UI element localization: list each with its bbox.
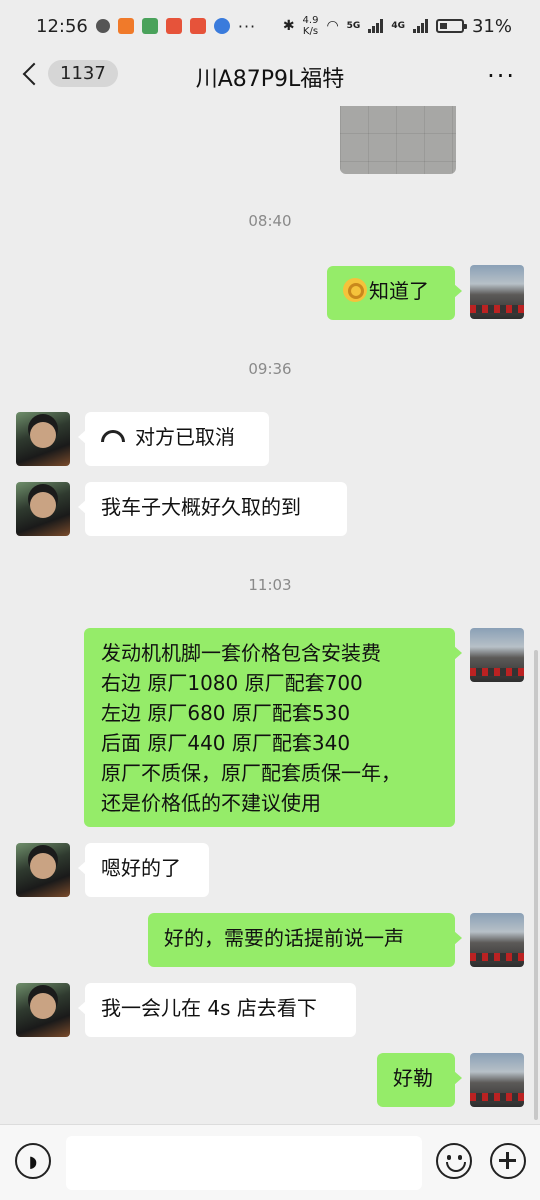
status-left: 12:56 ··· xyxy=(36,16,256,37)
message-text: 好的，需要的话提前说一声 xyxy=(164,926,404,950)
app-notification-icon xyxy=(213,18,230,34)
signal-icon xyxy=(412,19,428,33)
contact-avatar[interactable] xyxy=(16,983,70,1037)
my-avatar[interactable] xyxy=(470,265,524,319)
app-notification-icon xyxy=(189,18,206,34)
ok-hand-emoji xyxy=(343,278,367,302)
voice-icon[interactable]: ◗ xyxy=(15,1143,51,1179)
alarm-icon xyxy=(95,19,110,33)
my-avatar[interactable] xyxy=(470,913,524,967)
battery-icon xyxy=(435,19,467,33)
timestamp: 09:36 xyxy=(248,360,292,378)
message-line: 左边 原厂680 原厂配套530 xyxy=(101,701,351,725)
message-line: 发动机机脚一套价格包含安装费 xyxy=(101,641,381,665)
message-line: 还是价格低的不建议使用 xyxy=(101,791,321,815)
message-line: 后面 原厂440 原厂配套340 xyxy=(101,731,351,755)
message-text: 知道了 xyxy=(369,279,429,303)
contact-avatar[interactable] xyxy=(16,412,70,466)
phone-hangup-icon xyxy=(101,430,125,442)
network-4g-label: 4G xyxy=(391,21,405,31)
contact-avatar[interactable] xyxy=(16,843,70,897)
battery-percent: 31% xyxy=(471,15,512,37)
message-text: 我一会儿在 4s 店去看下 xyxy=(101,996,317,1020)
bluetooth-icon: ✱ xyxy=(282,18,295,34)
contact-message-bubble[interactable]: 嗯好的了 xyxy=(78,843,209,897)
my-message-bubble[interactable]: 好的，需要的话提前说一声 xyxy=(148,913,462,967)
my-avatar[interactable] xyxy=(470,628,524,682)
net-speed: 4.9 K/s xyxy=(303,15,319,37)
status-bar: 12:56 ··· ✱ 4.9 K/s ◠ 5G 4G 31% xyxy=(0,0,540,52)
message-text: 好勒 xyxy=(393,1066,433,1090)
app-notification-icon xyxy=(165,18,182,34)
my-message-bubble[interactable]: 知道了 xyxy=(327,266,462,320)
back-button[interactable]: 1137 xyxy=(18,60,118,87)
my-avatar[interactable] xyxy=(470,1053,524,1107)
net-speed-unit: K/s xyxy=(302,26,319,37)
chevron-left-icon xyxy=(22,62,46,85)
more-dots-icon[interactable]: ··· xyxy=(487,62,516,90)
chat-header: 1137 川A87P9L福特 ··· xyxy=(0,52,540,102)
wifi-icon: ◠ xyxy=(326,18,339,34)
message-text: 嗯好的了 xyxy=(101,856,181,880)
message-text: 我车子大概好久取的到 xyxy=(101,495,301,519)
scrollbar[interactable] xyxy=(534,650,538,1120)
call-record-bubble[interactable]: 对方已取消 xyxy=(78,412,269,466)
status-time: 12:56 xyxy=(36,15,88,37)
emoji-icon[interactable] xyxy=(436,1143,472,1179)
app-notification-icon xyxy=(141,18,158,34)
more-notifications-icon: ··· xyxy=(237,16,257,36)
message-line: 右边 原厂1080 原厂配套700 xyxy=(101,671,363,695)
signal-icon xyxy=(368,19,384,33)
message-line: 原厂不质保，原厂配套质保一年， xyxy=(101,761,401,785)
network-5g-label: 5G xyxy=(346,21,361,31)
chat-title: 川A87P9L福特 xyxy=(195,67,345,92)
timestamp: 11:03 xyxy=(248,576,292,594)
contact-avatar[interactable] xyxy=(16,482,70,536)
net-speed-value: 4.9 xyxy=(302,15,319,26)
contact-message-bubble[interactable]: 我车子大概好久取的到 xyxy=(78,482,347,536)
status-right: ✱ 4.9 K/s ◠ 5G 4G 31% xyxy=(283,15,512,37)
app-notification-icon xyxy=(117,18,134,34)
image-message[interactable] xyxy=(340,106,456,174)
contact-message-bubble[interactable]: 我一会儿在 4s 店去看下 xyxy=(78,983,356,1037)
plus-icon[interactable] xyxy=(490,1143,526,1179)
my-message-bubble[interactable]: 发动机机脚一套价格包含安装费 右边 原厂1080 原厂配套700 左边 原厂68… xyxy=(84,628,462,827)
timestamp: 08:40 xyxy=(248,212,292,230)
unread-count-badge: 1137 xyxy=(48,60,118,87)
message-input[interactable] xyxy=(66,1136,422,1190)
message-text: 对方已取消 xyxy=(135,425,235,449)
input-bar: ◗ xyxy=(0,1124,540,1200)
my-message-bubble[interactable]: 好勒 xyxy=(377,1053,462,1107)
